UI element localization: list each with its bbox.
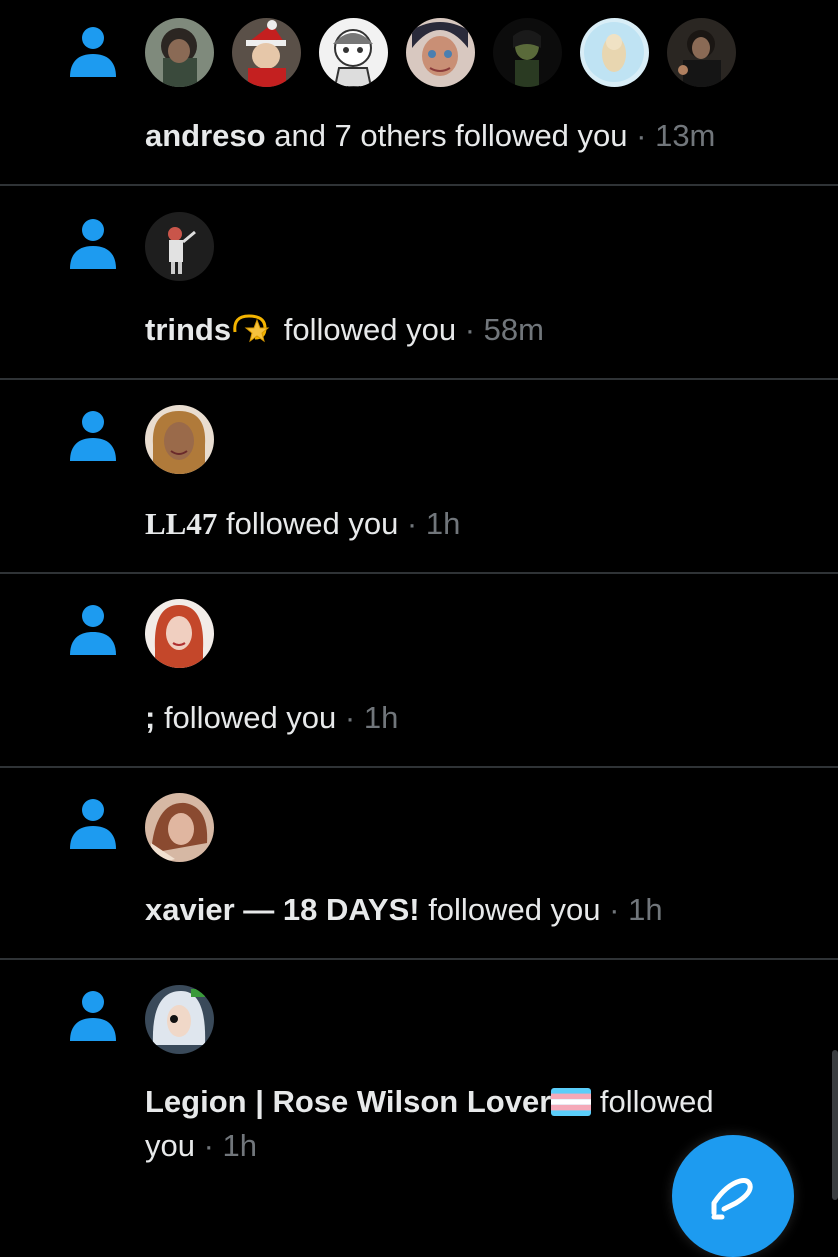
timestamp: 13m [655, 118, 716, 153]
separator: · [336, 700, 364, 735]
timestamp: 58m [483, 312, 544, 347]
user-name[interactable]: ; [145, 700, 155, 735]
notification-item[interactable]: ; followed you · 1h [0, 574, 838, 768]
avatar[interactable] [406, 18, 475, 87]
separator: · [398, 506, 426, 541]
notification-text: Legion | Rose Wilson Lover followed you … [145, 1080, 748, 1168]
notification-text: xavier — 18 DAYS! followed you · 1h [145, 888, 748, 932]
timestamp: 1h [222, 1128, 258, 1163]
notification-text: ; followed you · 1h [145, 696, 748, 740]
notification-item[interactable]: trinds followed you · 58m [0, 186, 838, 380]
notification-item[interactable]: andreso and 7 others followed you · 13m [0, 0, 838, 186]
action-text: followed you [419, 892, 601, 927]
avatar[interactable] [145, 405, 214, 474]
person-icon [70, 27, 116, 77]
separator: · [456, 312, 484, 347]
user-name[interactable]: Legion | Rose Wilson Lover [145, 1084, 551, 1119]
transgender-flag-emoji [551, 1088, 592, 1116]
avatar-row [145, 985, 214, 1055]
action-text: followed you [155, 700, 337, 735]
avatar-row [145, 793, 214, 863]
scrollbar[interactable] [832, 1050, 838, 1200]
user-name[interactable]: trinds [145, 312, 231, 347]
avatar[interactable] [145, 599, 214, 668]
action-text: and 7 others followed you [265, 118, 628, 153]
notification-item[interactable]: xavier — 18 DAYS! followed you · 1h [0, 768, 838, 960]
timestamp: 1h [425, 506, 461, 541]
avatar-row [145, 405, 214, 475]
user-name[interactable]: LL47 [145, 506, 217, 541]
person-icon [70, 799, 116, 849]
avatar[interactable] [232, 18, 301, 87]
notifications-feed: andreso and 7 others followed you · 13m … [0, 0, 838, 1200]
notification-text: andreso and 7 others followed you · 13m [145, 114, 748, 158]
user-name[interactable]: xavier — 18 DAYS! [145, 892, 420, 927]
compose-button[interactable] [672, 1135, 794, 1257]
avatar-row [145, 599, 214, 669]
person-icon [70, 605, 116, 655]
action-text: followed you [217, 506, 399, 541]
separator: · [600, 892, 629, 927]
dizzy-star-emoji [233, 314, 270, 343]
avatar-row [145, 18, 736, 88]
avatar[interactable] [145, 985, 214, 1054]
person-icon [70, 411, 116, 461]
notification-text: trinds followed you · 58m [145, 308, 748, 352]
separator: · [627, 118, 656, 153]
person-icon [70, 991, 116, 1041]
timestamp: 1h [363, 700, 399, 735]
avatar[interactable] [145, 18, 214, 87]
user-name[interactable]: andreso [145, 118, 266, 153]
notification-text: LL47 followed you · 1h [145, 502, 748, 546]
avatar[interactable] [667, 18, 736, 87]
avatar[interactable] [145, 212, 214, 281]
avatar[interactable] [319, 18, 388, 87]
separator: · [194, 1128, 223, 1163]
avatar[interactable] [493, 18, 562, 87]
action-text: followed you [275, 312, 457, 347]
notification-item[interactable]: LL47 followed you · 1h [0, 380, 838, 574]
compose-icon [711, 1178, 753, 1220]
avatar[interactable] [580, 18, 649, 87]
avatar-row [145, 212, 214, 282]
avatar[interactable] [145, 793, 214, 862]
timestamp: 1h [628, 892, 663, 927]
person-icon [70, 219, 116, 269]
